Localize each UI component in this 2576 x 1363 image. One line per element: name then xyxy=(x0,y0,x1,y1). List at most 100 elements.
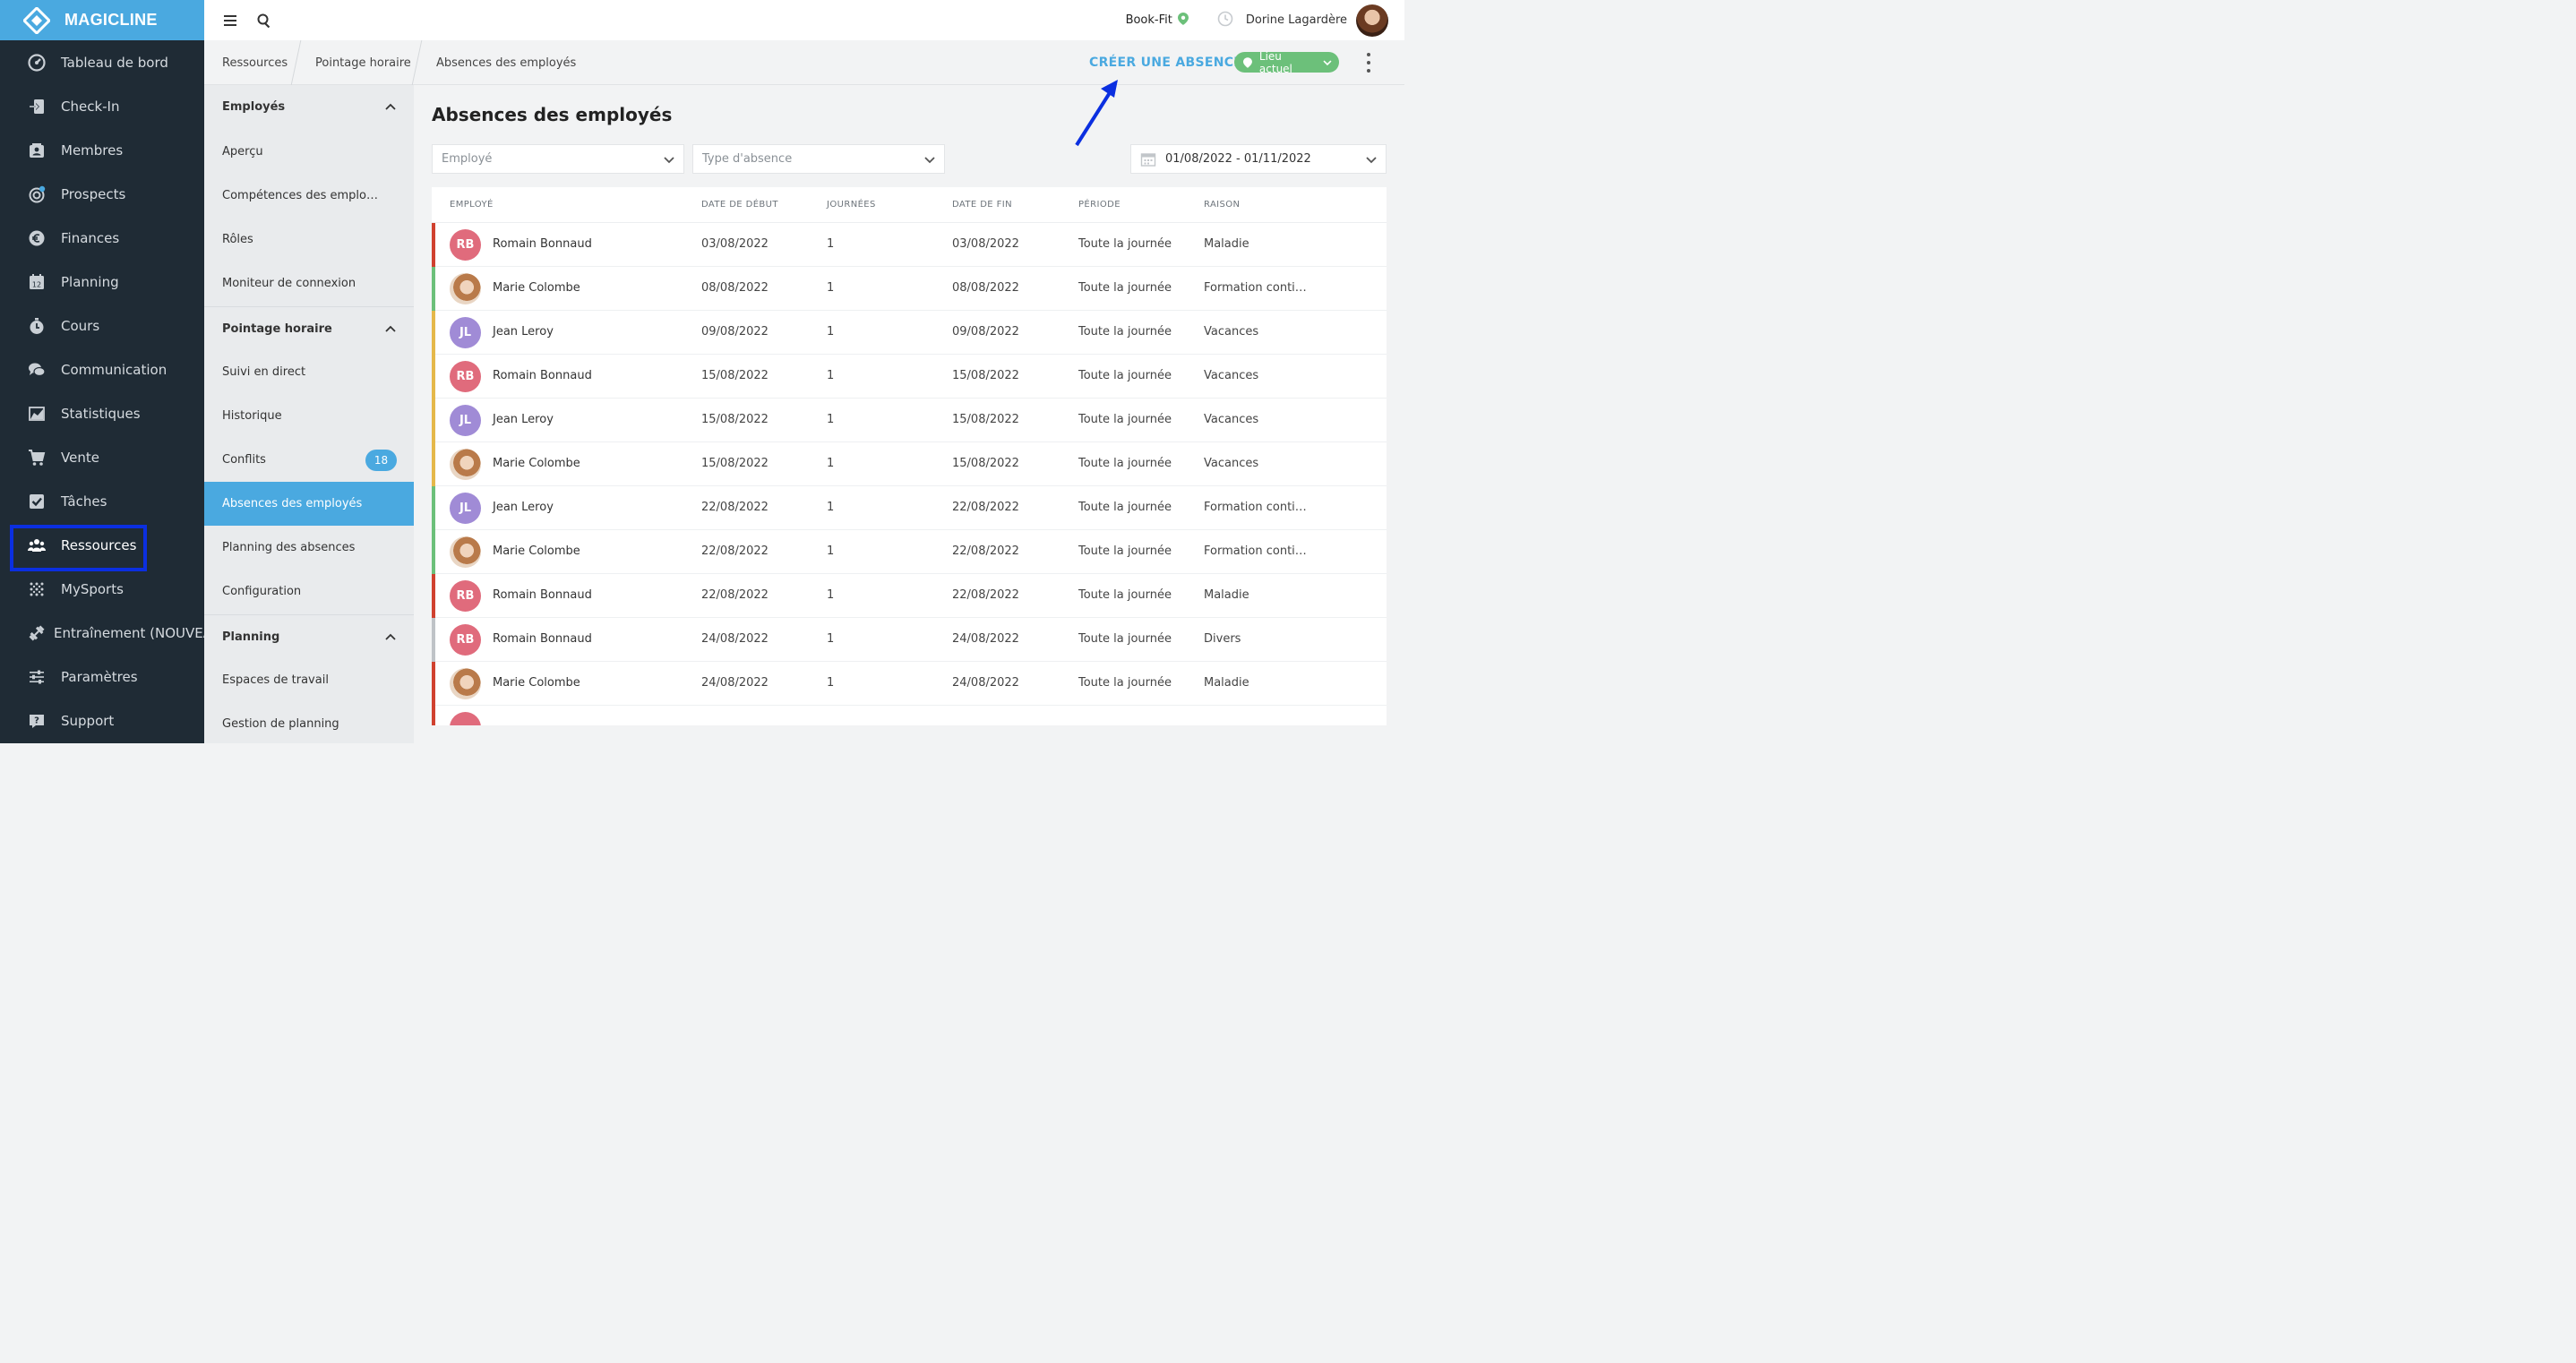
table-row[interactable]: JL Jean Leroy 22/08/2022 1 22/08/2022 Toute l… xyxy=(432,486,1387,530)
table-row[interactable]: JL Jean Leroy 15/08/2022 1 15/08/2022 Toute l… xyxy=(432,399,1387,442)
sidebar-item-support[interactable]: ? Support xyxy=(0,699,204,742)
top-bar-right: Book-Fit Dorine Lagardère xyxy=(1126,0,1404,40)
column-header-employe[interactable]: EMPLOYÉ xyxy=(450,200,494,210)
subnav-item-espaces[interactable]: Espaces de travail xyxy=(204,658,414,702)
cell-date-fin: 09/08/2022 xyxy=(952,325,1019,339)
subnav-item-roles[interactable]: Rôles xyxy=(204,218,414,261)
cell-employe: Marie Colombe xyxy=(493,281,580,295)
help-icon: ? xyxy=(28,712,46,730)
breadcrumb-pointage-horaire[interactable]: Pointage horaire xyxy=(315,40,411,85)
column-header-date-debut[interactable]: DATE DE DÉBUT xyxy=(701,200,778,210)
table-row[interactable]: RB Romain Bonnaud 15/08/2022 1 15/08/2022 Tou… xyxy=(432,355,1387,399)
user-avatar[interactable] xyxy=(1356,4,1388,37)
subnav-item-historique[interactable]: Historique xyxy=(204,394,414,438)
sidebar-item-parametres[interactable]: Paramètres xyxy=(0,655,204,699)
subnav-item-gestion-planning[interactable]: Gestion de planning xyxy=(204,702,414,746)
cell-journees: 1 xyxy=(827,676,835,690)
table-row[interactable]: Marie Colombe 15/08/2022 1 15/08/2022 Toute … xyxy=(432,442,1387,486)
table-row[interactable]: Marie Colombe 22/08/2022 1 22/08/2022 Toute … xyxy=(432,530,1387,574)
subnav-item-moniteur[interactable]: Moniteur de connexion xyxy=(204,261,414,305)
sidebar-item-membres[interactable]: Membres xyxy=(0,128,204,172)
chat-icon xyxy=(28,361,46,379)
table-row[interactable]: RB Romain Bonnaud 22/08/2022 1 22/08/2022 Tou… xyxy=(432,574,1387,618)
column-header-periode[interactable]: PÉRIODE xyxy=(1078,200,1121,210)
section-pointage-horaire[interactable]: Pointage horaire xyxy=(204,306,414,350)
user-name[interactable]: Dorine Lagardère xyxy=(1246,13,1347,27)
column-header-date-fin[interactable]: DATE DE FIN xyxy=(952,200,1012,210)
table-row[interactable]: Marie Colombe 08/08/2022 1 08/08/2022 Toute … xyxy=(432,267,1387,311)
date-range-picker[interactable]: 01/08/2022 - 01/11/2022 xyxy=(1130,144,1387,174)
studio-name[interactable]: Book-Fit xyxy=(1126,13,1172,27)
employee-initials-avatar: JL xyxy=(450,405,481,436)
magicline-logo-icon xyxy=(23,6,50,34)
absence-type-color-bar xyxy=(432,442,435,486)
table-row[interactable]: Marie Colombe 24/08/2022 1 24/08/2022 Toute … xyxy=(432,662,1387,706)
location-dropdown-label: Lieu actuel xyxy=(1258,49,1292,75)
sidebar-item-label: Tâches xyxy=(61,493,107,510)
table-row[interactable]: RB Romain Bonnaud 03/08/2022 1 03/08/2022 Tou… xyxy=(432,223,1387,267)
sidebar-item-tableau-de-bord[interactable]: Tableau de bord xyxy=(0,40,204,84)
absence-type-filter-select[interactable]: Type d'absence xyxy=(692,144,945,174)
cell-periode: Toute la journée xyxy=(1078,369,1172,382)
absence-type-color-bar xyxy=(432,355,435,399)
absence-type-color-bar xyxy=(432,311,435,355)
secondary-sidebar: Employés Aperçu Compétences des emplo… R… xyxy=(204,85,414,743)
cell-employe: Romain Bonnaud xyxy=(493,237,592,251)
cell-raison: Formation conti… xyxy=(1204,544,1307,558)
employee-filter-select[interactable]: Employé xyxy=(432,144,684,174)
subnav-item-planning-absences[interactable]: Planning des absences xyxy=(204,526,414,570)
page-title: Absences des employés xyxy=(432,104,673,125)
sidebar-item-vente[interactable]: Vente xyxy=(0,435,204,479)
cell-employe: Marie Colombe xyxy=(493,676,580,690)
sidebar-item-entrainement-nouveau[interactable]: Entraînement (NOUVEAU) xyxy=(0,611,228,655)
more-options-icon[interactable] xyxy=(1365,53,1372,73)
subnav-item-apercu[interactable]: Aperçu xyxy=(204,130,414,174)
subnav-item-configuration[interactable]: Configuration xyxy=(204,570,414,613)
cell-periode: Toute la journée xyxy=(1078,544,1172,558)
sidebar-item-communication[interactable]: Communication xyxy=(0,347,204,391)
annotation-arrow-icon xyxy=(1075,80,1118,147)
menu-toggle-icon[interactable] xyxy=(221,12,239,30)
cell-periode: Toute la journée xyxy=(1078,632,1172,646)
column-header-raison[interactable]: RAISON xyxy=(1204,200,1240,210)
sidebar-item-planning[interactable]: 12 Planning xyxy=(0,260,204,304)
top-bar: Book-Fit Dorine Lagardère xyxy=(204,0,1404,40)
cell-raison: Formation conti… xyxy=(1204,281,1307,295)
employee-photo-avatar xyxy=(450,536,481,568)
subnav-item-absences[interactable]: Absences des employés xyxy=(204,482,414,526)
sidebar-item-label: Membres xyxy=(61,141,124,159)
subnav-item-suivi[interactable]: Suivi en direct xyxy=(204,350,414,394)
table-row[interactable]: JL Jean Leroy 09/08/2022 1 09/08/2022 Toute l… xyxy=(432,311,1387,355)
subnav-item-competences[interactable]: Compétences des emplo… xyxy=(204,174,414,218)
location-dropdown[interactable]: Lieu actuel xyxy=(1234,49,1339,75)
stopwatch-icon xyxy=(28,317,46,335)
breadcrumb-ressources[interactable]: Ressources xyxy=(222,40,288,85)
search-icon[interactable] xyxy=(255,12,273,30)
column-header-journees[interactable]: JOURNÉES xyxy=(827,200,876,210)
sidebar-item-mysports[interactable]: MySports xyxy=(0,567,204,611)
cell-employe: Romain Bonnaud xyxy=(493,369,592,382)
subnav-item-conflits[interactable]: Conflits 18 xyxy=(204,438,414,482)
table-row[interactable] xyxy=(432,706,1387,725)
absence-type-color-bar xyxy=(432,618,435,662)
section-planning[interactable]: Planning xyxy=(204,614,414,658)
sidebar-item-finances[interactable]: Finances xyxy=(0,216,204,260)
sidebar-item-check-in[interactable]: Check-In xyxy=(0,84,204,128)
cell-periode: Toute la journée xyxy=(1078,588,1172,602)
table-row[interactable]: RB Romain Bonnaud 24/08/2022 1 24/08/2022 Tou… xyxy=(432,618,1387,662)
check-in-icon xyxy=(28,98,46,116)
cell-employe: Jean Leroy xyxy=(493,325,554,339)
cell-date-fin: 22/08/2022 xyxy=(952,588,1019,602)
sidebar-item-cours[interactable]: Cours xyxy=(0,304,204,347)
sidebar-item-label: Check-In xyxy=(61,98,120,115)
sidebar-item-label: Support xyxy=(61,712,115,729)
cell-periode: Toute la journée xyxy=(1078,676,1172,690)
breadcrumb: Ressources Pointage horaire Absences des… xyxy=(204,40,1404,85)
clock-icon[interactable] xyxy=(1217,11,1233,30)
sidebar-item-statistiques[interactable]: Statistiques xyxy=(0,391,204,435)
location-pin-icon xyxy=(1177,12,1189,29)
sidebar-item-taches[interactable]: Tâches xyxy=(0,479,204,523)
sidebar-item-prospects[interactable]: Prospects xyxy=(0,172,204,216)
brand-bar[interactable]: MAGICLINE xyxy=(0,0,204,40)
section-employes[interactable]: Employés xyxy=(204,85,414,129)
